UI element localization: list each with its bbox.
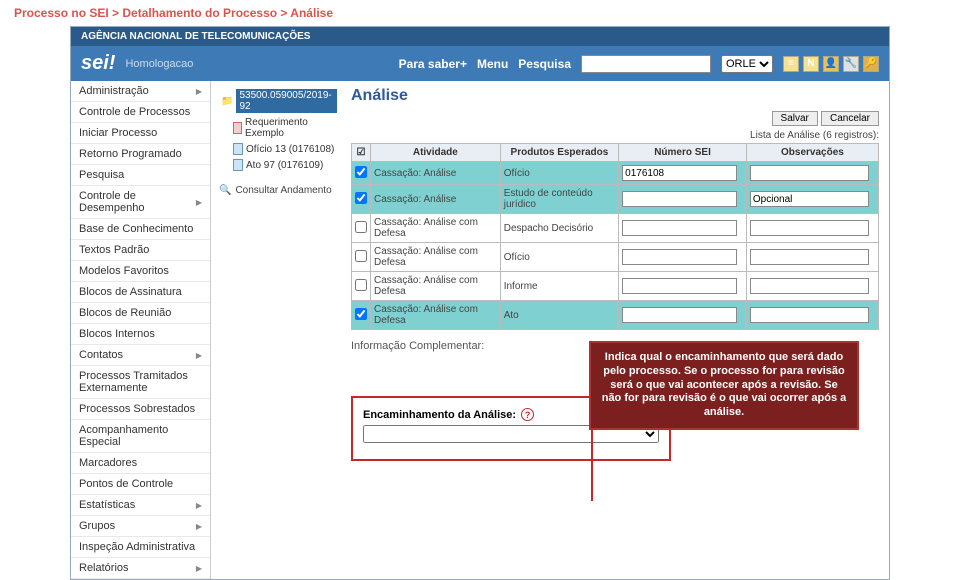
sidebar-item[interactable]: Contatos▶ [71,345,210,366]
process-tree: 📁53500.059005/2019-92 Requerimento Exemp… [211,81,341,579]
table-row: Cassação: Análise com DefesaInforme [352,272,879,301]
config-icon[interactable]: 🔧 [843,56,859,72]
env-label: Homologacao [125,58,193,70]
sidebar-item[interactable]: Textos Padrão [71,240,210,261]
sidebar: Administração▶Controle de ProcessosInici… [71,81,211,579]
sidebar-item[interactable]: Blocos de Reunião [71,303,210,324]
numero-sei-input[interactable] [622,307,737,323]
cell-produto: Informe [500,272,618,301]
cell-atividade: Cassação: Análise [371,162,501,185]
cancel-button[interactable]: Cancelar [821,111,879,126]
obs-input[interactable] [750,278,869,294]
obs-input[interactable] [750,307,869,323]
tree-doc[interactable]: Ofício 13 (0176108) [215,141,337,157]
nav-parasaber[interactable]: Para saber+ [399,57,467,71]
nav-pesquisa-label: Pesquisa [518,57,571,71]
module-icon[interactable]: ≡ [783,56,799,72]
sidebar-item[interactable]: Marcadores [71,453,210,474]
sidebar-item[interactable]: Inspeção Administrativa [71,537,210,558]
row-checkbox[interactable] [355,250,367,262]
sidebar-item[interactable]: Iniciar Processo [71,123,210,144]
obs-input[interactable] [750,165,869,181]
obs-input[interactable] [750,249,869,265]
sidebar-item[interactable]: Base de Conhecimento [71,219,210,240]
col-obs: Observações [746,144,878,162]
unit-select[interactable]: ORLE [721,55,773,73]
numero-sei-input[interactable] [622,249,737,265]
tooltip-callout: Indica qual o encaminhamento que será da… [589,341,859,430]
sidebar-item[interactable]: Estatísticas▶ [71,495,210,516]
app-frame: AGÊNCIA NACIONAL DE TELECOMUNICAÇÕES sei… [70,26,890,580]
sidebar-item[interactable]: Pesquisa [71,165,210,186]
search-input[interactable] [581,55,711,73]
breadcrumb: Processo no SEI > Detalhamento do Proces… [0,0,960,26]
obs-input[interactable] [750,191,869,207]
sidebar-item[interactable]: Blocos Internos [71,324,210,345]
numero-sei-input[interactable] [622,278,737,294]
table-row: Cassação: Análise com DefesaDespacho Dec… [352,214,879,243]
help-icon[interactable]: ? [521,408,534,421]
save-button[interactable]: Salvar [772,111,818,126]
tree-doc[interactable]: Ato 97 (0176109) [215,157,337,173]
sei-logo: sei! [81,52,115,75]
sidebar-item[interactable]: Retorno Programado [71,144,210,165]
nav-menu[interactable]: Menu [477,57,508,71]
cell-produto: Estudo de conteúdo jurídico [500,185,618,214]
numero-sei-input[interactable] [622,191,737,207]
exit-icon[interactable]: 🔑 [863,56,879,72]
table-row: Cassação: AnáliseOfício [352,162,879,185]
sidebar-item[interactable]: Processos Sobrestados [71,399,210,420]
col-numero: Número SEI [619,144,747,162]
cell-atividade: Cassação: Análise [371,185,501,214]
cell-produto: Ato [500,301,618,330]
sidebar-item[interactable]: Relatórios▶ [71,558,210,579]
cell-atividade: Cassação: Análise com Defesa [371,214,501,243]
process-root[interactable]: 53500.059005/2019-92 [236,89,337,113]
cell-atividade: Cassação: Análise com Defesa [371,301,501,330]
numero-sei-input[interactable] [622,220,737,236]
row-checkbox[interactable] [355,279,367,291]
sidebar-item[interactable]: Processos Tramitados Externamente [71,366,210,399]
tree-doc[interactable]: Requerimento Exemplo [215,115,337,141]
cell-produto: Ofício [500,243,618,272]
cell-atividade: Cassação: Análise com Defesa [371,272,501,301]
table-row: Cassação: AnáliseEstudo de conteúdo jurí… [352,185,879,214]
cell-produto: Despacho Decisório [500,214,618,243]
agency-bar: AGÊNCIA NACIONAL DE TELECOMUNICAÇÕES [71,27,889,46]
sidebar-item[interactable]: Modelos Favoritos [71,261,210,282]
sidebar-item[interactable]: Pontos de Controle [71,474,210,495]
sidebar-item[interactable]: Acompanhamento Especial [71,420,210,453]
row-checkbox[interactable] [355,166,367,178]
toolbar-icons: ≡ N 👤 🔧 🔑 [783,56,879,72]
cell-produto: Ofício [500,162,618,185]
col-check[interactable]: ☑ [352,144,371,162]
row-checkbox[interactable] [355,221,367,233]
clock-icon: 🔍 [219,185,231,196]
row-checkbox[interactable] [355,192,367,204]
list-header: Lista de Análise (6 registros): [351,130,879,141]
numero-sei-input[interactable] [622,165,737,181]
sidebar-item[interactable]: Controle de Desempenho▶ [71,186,210,219]
analysis-table: ☑ Atividade Produtos Esperados Número SE… [351,143,879,330]
page-title: Análise [351,87,879,105]
main-panel: Análise Salvar Cancelar Lista de Análise… [341,81,889,579]
sidebar-item[interactable]: Controle de Processos [71,102,210,123]
user-icon[interactable]: 👤 [823,56,839,72]
obs-input[interactable] [750,220,869,236]
sidebar-item[interactable]: Grupos▶ [71,516,210,537]
col-atividade: Atividade [371,144,501,162]
table-row: Cassação: Análise com DefesaAto [352,301,879,330]
sidebar-item[interactable]: Administração▶ [71,81,210,102]
encaminhamento-label: Encaminhamento da Análise: ? [363,409,534,421]
top-nav: sei! Homologacao Para saber+ Menu Pesqui… [71,46,889,81]
row-checkbox[interactable] [355,308,367,320]
consultar-andamento[interactable]: 🔍Consultar Andamento [215,185,337,196]
col-produtos: Produtos Esperados [500,144,618,162]
table-row: Cassação: Análise com DefesaOfício [352,243,879,272]
cell-atividade: Cassação: Análise com Defesa [371,243,501,272]
news-icon[interactable]: N [803,56,819,72]
sidebar-item[interactable]: Blocos de Assinatura [71,282,210,303]
